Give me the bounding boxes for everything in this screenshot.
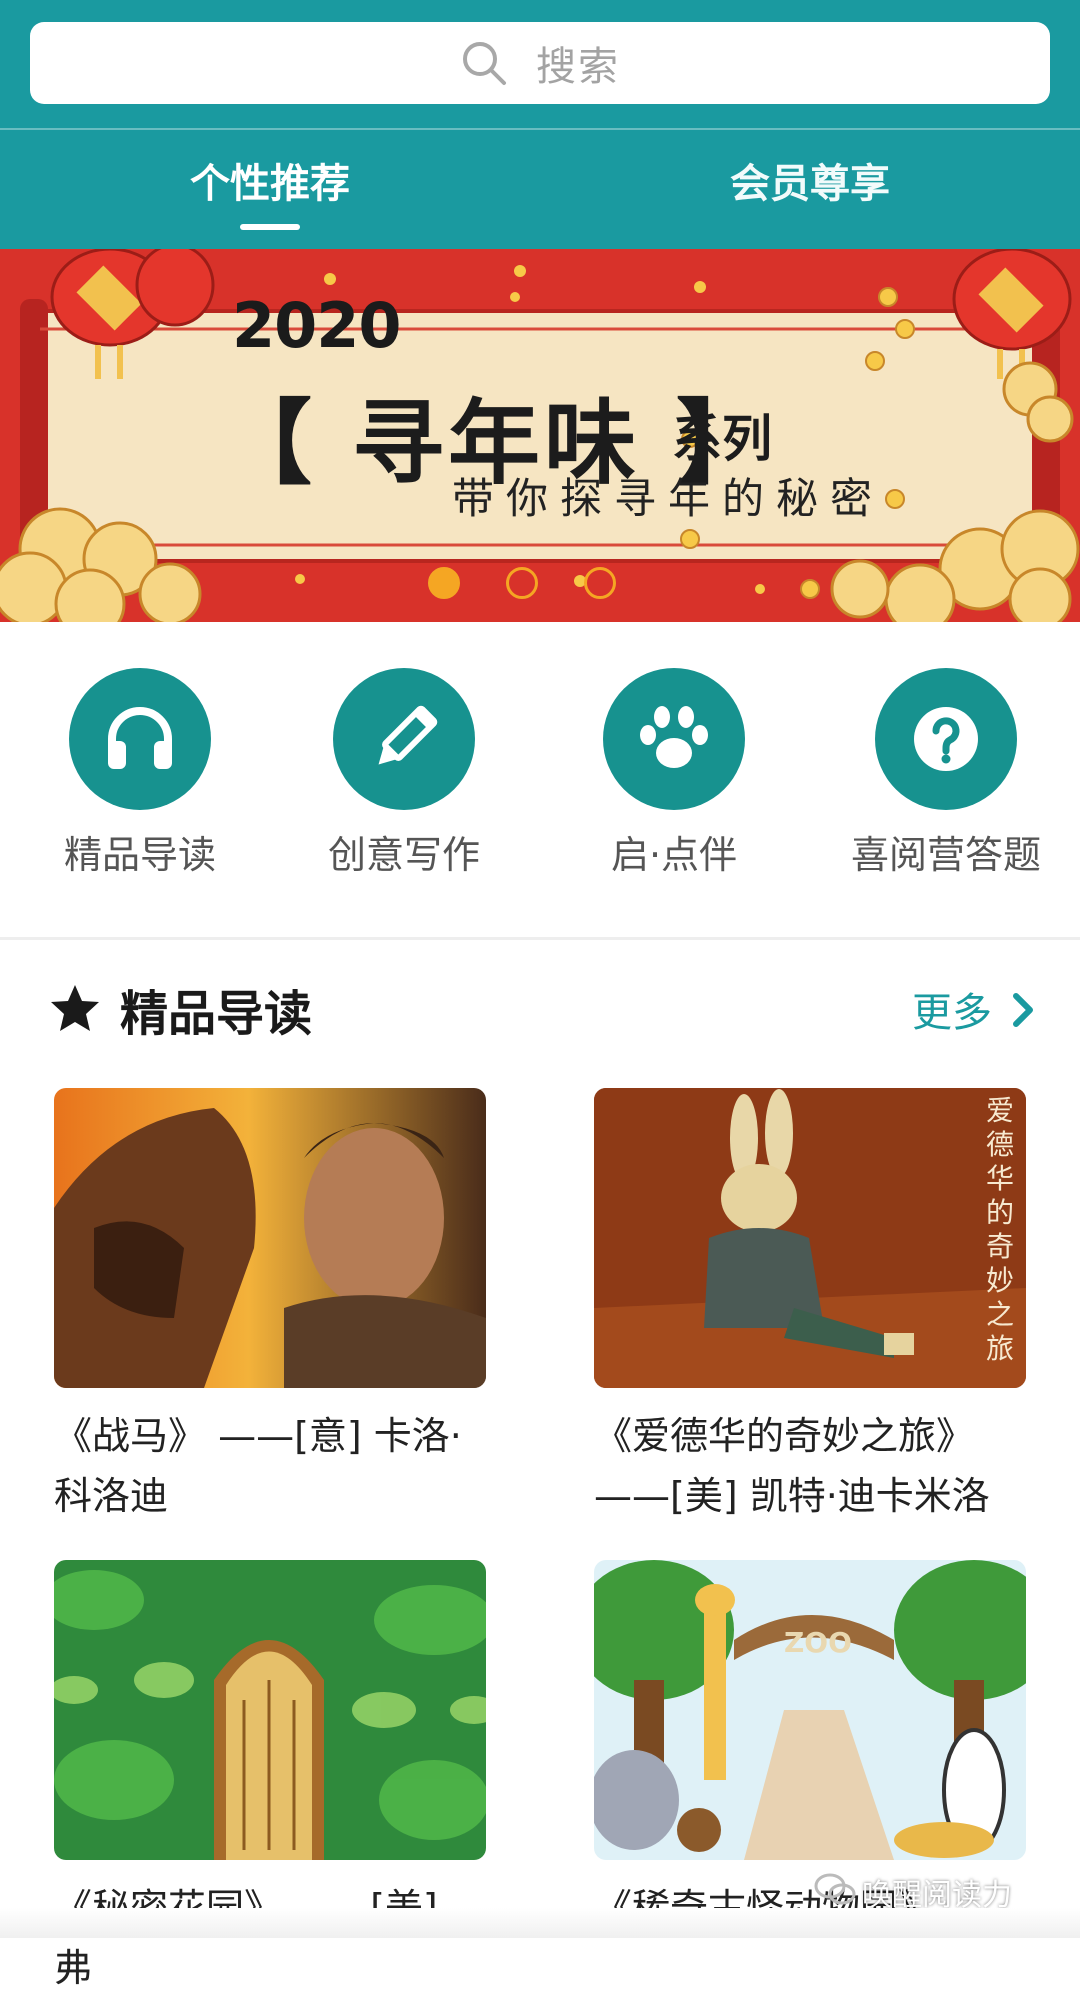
category-label: 创意写作 xyxy=(327,833,480,877)
promo-banner[interactable]: 2020 【 寻年味 】 系列 带你探寻年的秘密 xyxy=(0,249,1080,622)
top-header: 搜索 个性推荐 会员尊享 xyxy=(0,0,1080,249)
banner-series: 系列 xyxy=(672,410,772,468)
category-quiz-camp[interactable]: 喜阅营答题 xyxy=(816,668,1076,879)
book-caption[interactable]: 《秘密花园》 ——[美] 弗 xyxy=(54,1878,486,1998)
category-guided-reading[interactable]: 精品导读 xyxy=(10,668,270,879)
book-cover[interactable] xyxy=(54,1088,486,1388)
cover-title-text: 爱德华的奇妙之旅 xyxy=(985,1094,1014,1365)
book-caption[interactable]: 《战马》 ——[意] 卡洛·科洛迪 xyxy=(54,1406,486,1526)
pencil-icon xyxy=(378,705,438,765)
category-icon-circle xyxy=(603,668,745,810)
wechat-icon xyxy=(814,1873,856,1905)
category-label: 喜阅营答题 xyxy=(850,833,1041,877)
section-divider xyxy=(0,937,1080,940)
question-icon xyxy=(914,707,978,771)
book-card[interactable]: 《战马》 ——[意] 卡洛·科洛迪 xyxy=(54,1088,486,1526)
header-divider xyxy=(0,128,1080,130)
category-creative-writing[interactable]: 创意写作 xyxy=(274,668,534,879)
star-icon xyxy=(51,985,99,1031)
book-cover[interactable] xyxy=(54,1560,486,1860)
category-grid: 精品导读 创意写作 启·点伴 喜阅营答题 xyxy=(0,640,1080,930)
book-card[interactable]: 爱德华的奇妙之旅 《爱德华的奇妙之旅》 ——[美] 凯特·迪卡米洛 xyxy=(594,1088,1026,1526)
search-bar[interactable]: 搜索 xyxy=(30,22,1050,104)
category-icon-circle xyxy=(69,668,211,810)
category-icon-circle xyxy=(875,668,1017,810)
carousel-dot[interactable] xyxy=(506,567,538,599)
section-header: 精品导读 更多 xyxy=(0,960,1080,1050)
section-title: 精品导读 xyxy=(120,986,313,1042)
active-tab-indicator xyxy=(240,224,300,230)
paw-icon xyxy=(640,706,708,768)
book-caption[interactable]: 《爱德华的奇妙之旅》 ——[美] 凯特·迪卡米洛 xyxy=(594,1406,1026,1526)
bottom-edge xyxy=(0,1908,1080,1938)
book-cover[interactable]: ZOO xyxy=(594,1560,1026,1860)
category-companion[interactable]: 启·点伴 xyxy=(544,668,804,879)
category-icon-circle xyxy=(333,668,475,810)
tab-member-exclusive[interactable]: 会员尊享 xyxy=(700,154,920,214)
svg-text:ZOO: ZOO xyxy=(784,1626,852,1659)
book-cover[interactable]: 爱德华的奇妙之旅 xyxy=(594,1088,1026,1388)
headphones-icon xyxy=(108,707,172,769)
chevron-right-icon[interactable] xyxy=(1010,990,1038,1030)
category-label: 启·点伴 xyxy=(610,833,738,877)
search-placeholder: 搜索 xyxy=(536,44,620,90)
tab-personal-recommend[interactable]: 个性推荐 xyxy=(160,154,380,214)
carousel-dot[interactable] xyxy=(584,567,616,599)
banner-subtitle: 带你探寻年的秘密 xyxy=(452,474,885,523)
carousel-dot[interactable] xyxy=(428,567,460,599)
search-icon xyxy=(463,42,506,85)
banner-year: 2020 xyxy=(232,289,402,362)
category-label: 精品导读 xyxy=(63,833,216,877)
more-link[interactable]: 更多 xyxy=(912,980,992,1038)
carousel-dots xyxy=(428,567,662,599)
